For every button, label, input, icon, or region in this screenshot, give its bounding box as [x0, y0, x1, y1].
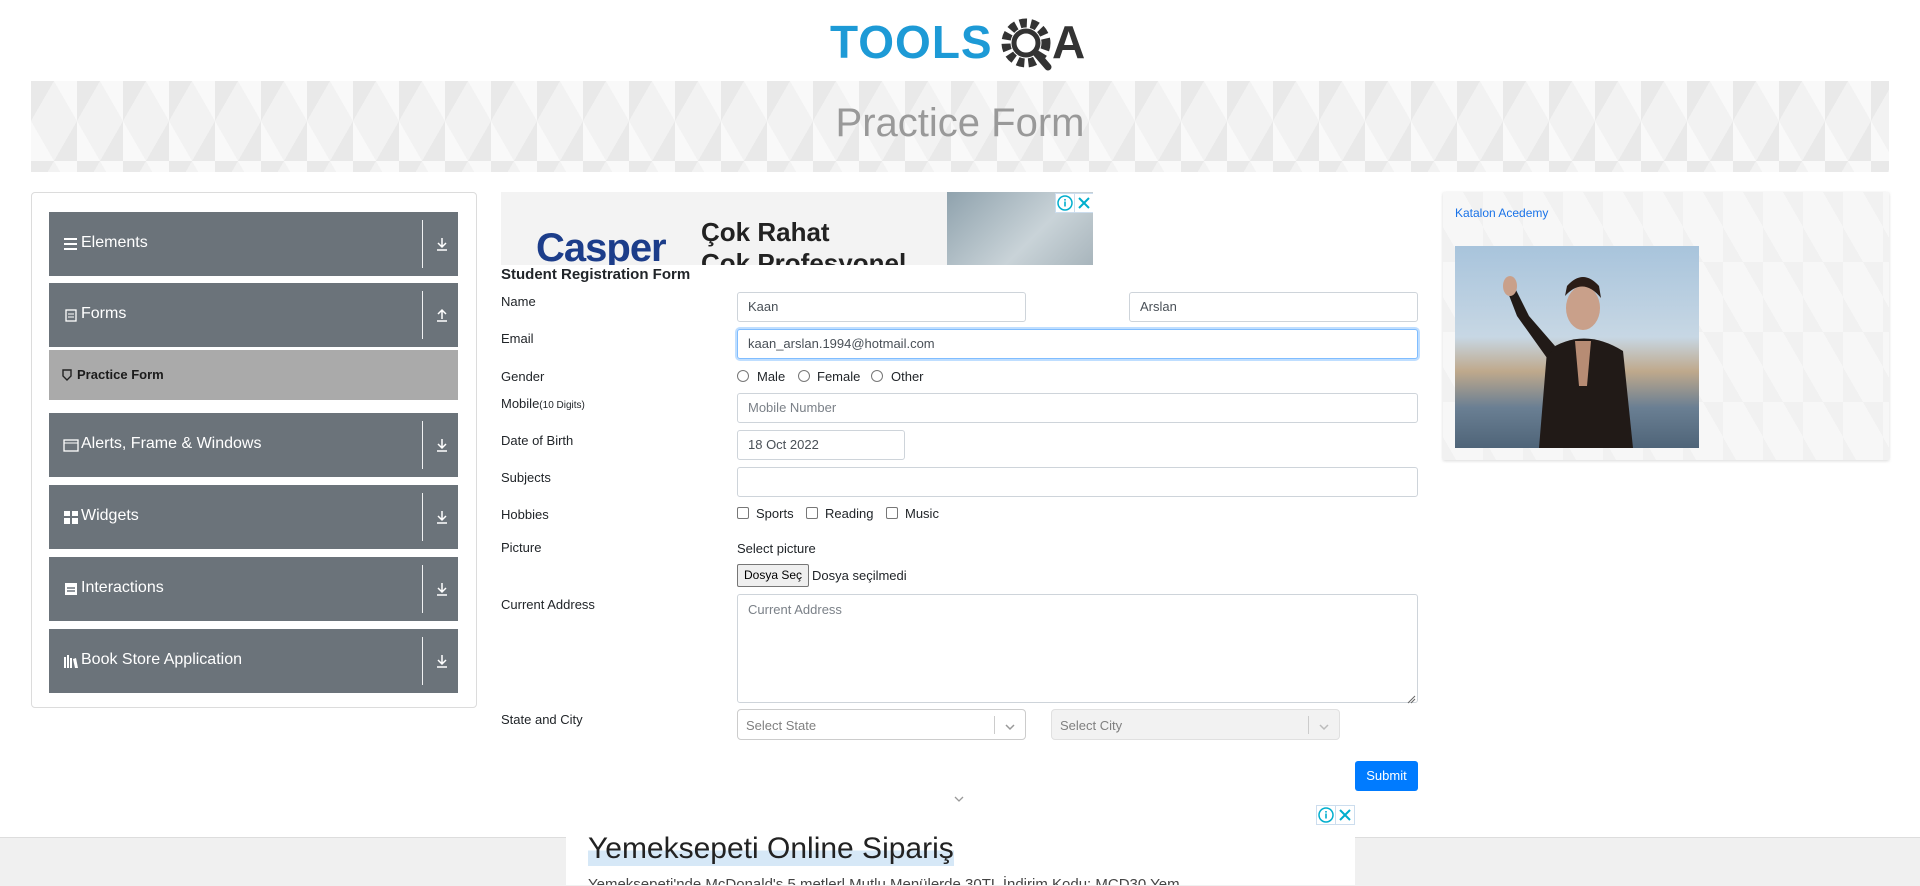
sidebar-item-practice-form[interactable]: Practice Form [49, 350, 458, 400]
sidebar-group-book-store[interactable]: Book Store Application [49, 629, 458, 693]
chevron-down-icon [1004, 720, 1016, 731]
gender-female-radio[interactable] [798, 370, 810, 382]
email-label: Email [501, 331, 534, 346]
widgets-icon [63, 509, 79, 525]
gender-male-label[interactable]: Male [757, 369, 785, 384]
last-name-input[interactable]: Arslan [1129, 292, 1418, 322]
mobile-hint: (10 Digits) [539, 400, 585, 411]
ad-brand: Casper [536, 226, 667, 265]
hobby-music-checkbox[interactable] [886, 507, 898, 519]
state-select-value: Select State [746, 718, 817, 733]
bottom-advertisement[interactable]: Yemeksepeti Online Sipariş Yemeksepeti'n… [566, 805, 1355, 885]
email-input[interactable]: kaan_arslan.1994@hotmail.com [737, 329, 1418, 359]
divider [422, 220, 423, 268]
window-icon [63, 437, 79, 453]
interactions-icon [63, 581, 79, 597]
date-of-birth-input[interactable]: 18 Oct 2022 [737, 430, 905, 460]
shield-icon [61, 368, 73, 381]
mobile-label: Mobile(10 Digits) [501, 396, 585, 411]
form-heading: Student Registration Form [501, 266, 691, 283]
select-picture-text: Select picture [737, 541, 816, 556]
divider [422, 565, 423, 613]
state-select[interactable]: Select State [737, 709, 1026, 740]
sidebar-group-forms[interactable]: Forms [49, 283, 458, 347]
sidebar-group-label: Forms [81, 305, 127, 322]
current-address-textarea[interactable]: Current Address [737, 594, 1418, 703]
download-arrow-icon [435, 437, 449, 453]
form-icon [63, 307, 79, 323]
hobby-reading-checkbox[interactable] [806, 507, 818, 519]
right-advertisement[interactable]: Katalon Acedemy [1443, 192, 1889, 460]
sidebar-group-elements[interactable]: Elements [49, 212, 458, 276]
ad-info-icon[interactable] [1316, 805, 1336, 825]
submit-button[interactable]: Submit [1355, 761, 1418, 791]
download-arrow-icon [435, 653, 449, 669]
page-title: Practice Form [835, 101, 1085, 145]
sidebar-group-alerts[interactable]: Alerts, Frame & Windows [49, 413, 458, 477]
sidebar-group-label: Interactions [81, 579, 164, 596]
sidebar-group-label: Book Store Application [81, 651, 242, 668]
sidebar-group-interactions[interactable]: Interactions [49, 557, 458, 621]
ad-photo[interactable] [1455, 246, 1699, 448]
gender-label: Gender [501, 369, 545, 384]
sidebar-group-label: Widgets [81, 507, 139, 524]
chevron-down-icon[interactable] [953, 791, 965, 802]
hobby-music-label[interactable]: Music [905, 506, 939, 521]
hobby-sports-label[interactable]: Sports [756, 506, 794, 521]
toolsqa-logo[interactable]: TOOLS A [830, 12, 1092, 74]
sidebar: Elements Forms Practice Form Alerts, Fra… [31, 192, 477, 708]
city-select-value: Select City [1060, 718, 1123, 733]
ad-description: Yemeksepeti'nde McDonald's 5 metlerl Mut… [588, 876, 1180, 885]
gender-male-radio[interactable] [737, 370, 749, 382]
ad-close-icon[interactable] [1335, 805, 1355, 825]
divider [422, 637, 423, 685]
current-address-label: Current Address [501, 597, 595, 612]
katalon-academy-link[interactable]: Katalon Acedemy [1455, 206, 1548, 220]
picture-label: Picture [501, 540, 542, 555]
hobby-reading-label[interactable]: Reading [825, 506, 873, 521]
sidebar-group-widgets[interactable]: Widgets [49, 485, 458, 549]
ad-title[interactable]: Yemeksepeti Online Sipariş [588, 832, 954, 866]
upload-arrow-icon [435, 307, 449, 323]
mobile-input[interactable]: Mobile Number [737, 393, 1418, 423]
subjects-input[interactable] [737, 467, 1418, 497]
resize-handle-icon[interactable] [1407, 691, 1416, 704]
subjects-label: Subjects [501, 470, 551, 485]
city-select[interactable]: Select City [1051, 709, 1340, 740]
hobbies-label: Hobbies [501, 507, 549, 522]
download-arrow-icon [435, 581, 449, 597]
sidebar-group-label: Alerts, Frame & Windows [81, 435, 262, 452]
ad-slogan-line2: Çok Profesyonel [701, 248, 907, 265]
dob-label: Date of Birth [501, 433, 574, 448]
sidebar-item-label: Practice Form [77, 367, 164, 382]
hamburger-icon [63, 236, 79, 252]
svg-text:TOOLS: TOOLS [830, 16, 993, 68]
choose-file-button[interactable]: Dosya Seç [737, 564, 809, 587]
ad-info-icon[interactable] [1055, 193, 1075, 213]
chevron-down-icon [1318, 720, 1330, 731]
divider [422, 291, 423, 339]
gender-other-label[interactable]: Other [891, 369, 924, 384]
divider [422, 493, 423, 541]
name-label: Name [501, 294, 536, 309]
divider [422, 421, 423, 469]
books-icon [63, 653, 79, 669]
file-status-text: Dosya seçilmedi [812, 568, 907, 583]
ad-slogan-line1: Çok Rahat [701, 217, 830, 247]
page-banner: Practice Form [31, 81, 1889, 172]
ad-close-icon[interactable] [1074, 193, 1093, 213]
top-advertisement[interactable]: Casper Çok Rahat Çok Profesyonel [501, 192, 1093, 265]
select-separator [1308, 716, 1309, 734]
hobby-sports-checkbox[interactable] [737, 507, 749, 519]
first-name-input[interactable]: Kaan [737, 292, 1026, 322]
mobile-label-text: Mobile [501, 396, 540, 411]
sidebar-group-label: Elements [81, 234, 148, 251]
select-separator [994, 716, 995, 734]
state-city-label: State and City [501, 712, 583, 727]
download-arrow-icon [435, 509, 449, 525]
svg-text:A: A [1052, 16, 1085, 68]
download-arrow-icon [435, 236, 449, 252]
gender-female-label[interactable]: Female [817, 369, 860, 384]
gender-other-radio[interactable] [871, 370, 883, 382]
